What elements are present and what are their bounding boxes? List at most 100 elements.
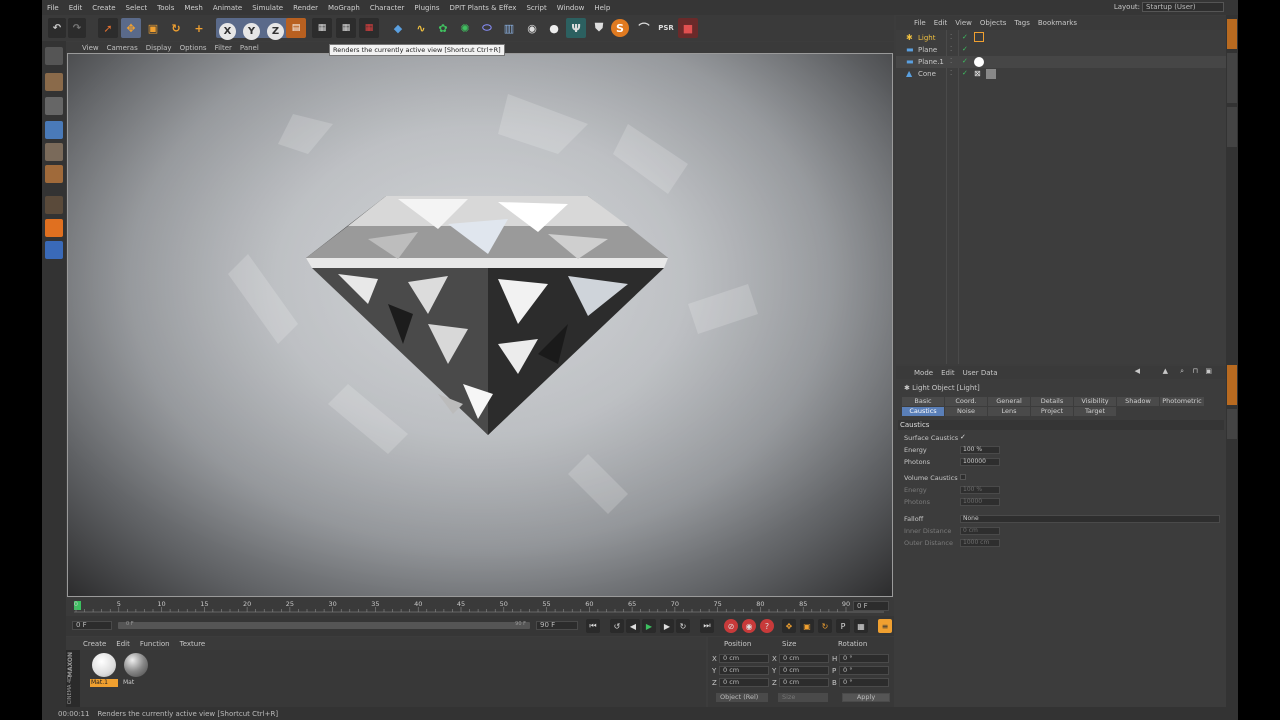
attr-menu-edit[interactable]: Edit <box>937 369 959 377</box>
tab-coord[interactable]: Coord. <box>945 397 987 406</box>
make-editable-button[interactable] <box>45 47 63 65</box>
surface-caustics-checkbox[interactable]: ✓ <box>960 433 966 441</box>
objects-menu-view[interactable]: View <box>951 19 976 27</box>
tab-caustics[interactable]: Caustics <box>902 407 944 416</box>
parameter-key-button[interactable]: P <box>836 619 850 633</box>
snap-button[interactable] <box>45 219 63 237</box>
material-tag-icon[interactable] <box>986 69 996 79</box>
start-frame-field[interactable]: 0 F <box>72 621 112 630</box>
position-key-button[interactable]: ✥ <box>782 619 796 633</box>
viewport-menu-display[interactable]: Display <box>142 44 176 52</box>
object-row-light[interactable]: ✱ Light ⁚ ✓ <box>896 32 1226 44</box>
rot-b-field[interactable]: 0 ° <box>839 678 889 687</box>
tab-noise[interactable]: Noise <box>945 407 987 416</box>
polygons-mode-button[interactable] <box>45 165 63 183</box>
enabled-check-icon[interactable]: ✓ <box>962 45 968 53</box>
play-button[interactable]: ▶ <box>642 619 656 633</box>
material-menu-function[interactable]: Function <box>135 640 175 648</box>
tab-photometric[interactable]: Photometric <box>1160 397 1204 406</box>
tab-lens[interactable]: Lens <box>988 407 1030 416</box>
checker-tag-icon[interactable]: ⊠ <box>974 69 981 78</box>
scale-tool-button[interactable]: ▣ <box>143 18 163 38</box>
plugin-button-5[interactable]: ■ <box>678 18 698 38</box>
pla-key-button[interactable]: ▦ <box>854 619 868 633</box>
material-item[interactable]: Mat.1 <box>90 652 118 688</box>
menu-render[interactable]: Render <box>288 4 323 12</box>
menu-help[interactable]: Help <box>589 4 615 12</box>
size-y-field[interactable]: 0 cm <box>779 666 829 675</box>
menu-dpit[interactable]: DPIT Plants & Effex <box>444 4 521 12</box>
viewport-menu-filter[interactable]: Filter <box>211 44 236 52</box>
falloff-dropdown[interactable]: None <box>960 515 1220 523</box>
texture-mode-button[interactable] <box>45 97 63 115</box>
menu-plugins[interactable]: Plugins <box>409 4 444 12</box>
rotation-key-button[interactable]: ↻ <box>818 619 832 633</box>
menu-simulate[interactable]: Simulate <box>247 4 288 12</box>
coordinate-mode-dropdown[interactable]: Object (Rel) <box>716 693 768 702</box>
tab-target[interactable]: Target <box>1074 407 1116 416</box>
model-mode-button[interactable] <box>45 73 63 91</box>
lock-icon[interactable]: ⊓ <box>1189 367 1202 375</box>
tab-visibility[interactable]: Visibility <box>1074 397 1116 406</box>
volume-photons-field[interactable]: 10000 <box>960 498 1000 506</box>
tab-project[interactable]: Project <box>1031 407 1073 416</box>
enabled-check-icon[interactable]: ✓ <box>962 33 968 41</box>
render-view-button[interactable]: ▦ <box>312 18 332 38</box>
content-browser-side-tab[interactable] <box>1227 53 1237 103</box>
viewport-menu-cameras[interactable]: Cameras <box>103 44 142 52</box>
recent-tool-button[interactable]: + <box>189 18 209 38</box>
light-button[interactable]: ● <box>544 18 564 38</box>
live-select-button[interactable]: ➚ <box>98 18 118 38</box>
render-settings-button[interactable]: ▦ <box>359 18 379 38</box>
timeline-ruler[interactable]: 0 5 10 15 20 25 30 35 40 45 50 55 60 65 70 75 80 85 90 0 F <box>66 598 894 616</box>
pos-z-field[interactable]: 0 cm <box>719 678 769 687</box>
outer-distance-field[interactable]: 1000 cm <box>960 539 1000 547</box>
menu-edit[interactable]: Edit <box>64 4 88 12</box>
apply-button[interactable]: Apply <box>842 693 890 702</box>
object-row-plane[interactable]: ▬ Plane ⁚ ✓ <box>896 44 1226 56</box>
camera-button[interactable]: ◉ <box>522 18 542 38</box>
structure-side-tab[interactable] <box>1227 107 1237 147</box>
z-axis-lock[interactable]: Z <box>267 23 284 40</box>
size-mode-dropdown[interactable]: Size <box>778 693 828 702</box>
pos-x-field[interactable]: 0 cm <box>719 654 769 663</box>
frame-range-slider[interactable]: 0 F 90 F <box>118 621 530 629</box>
tab-basic[interactable]: Basic <box>902 397 944 406</box>
attr-menu-userdata[interactable]: User Data <box>959 369 1002 377</box>
inner-distance-field[interactable]: 0 cm <box>960 527 1000 535</box>
enabled-check-icon[interactable]: ✓ <box>962 69 968 77</box>
back-arrow-icon[interactable]: ◀ <box>1131 367 1144 375</box>
size-z-field[interactable]: 0 cm <box>779 678 829 687</box>
viewport-menu-view[interactable]: View <box>78 44 103 52</box>
energy-field[interactable]: 100 % <box>960 446 1000 454</box>
visibility-dots[interactable]: ⁚ <box>950 33 952 41</box>
material-menu-edit[interactable]: Edit <box>111 640 135 648</box>
scale-key-button[interactable]: ▣ <box>800 619 814 633</box>
menu-script[interactable]: Script <box>521 4 551 12</box>
new-window-icon[interactable]: ▣ <box>1201 367 1216 375</box>
points-mode-button[interactable] <box>45 121 63 139</box>
menu-file[interactable]: File <box>42 4 64 12</box>
edges-mode-button[interactable] <box>45 143 63 161</box>
y-axis-lock[interactable]: Y <box>243 23 260 40</box>
layers-side-tab[interactable] <box>1227 409 1237 439</box>
cube-button[interactable]: ◆ <box>388 18 408 38</box>
enabled-check-icon[interactable]: ✓ <box>962 57 968 65</box>
photons-field[interactable]: 100000 <box>960 458 1000 466</box>
menu-character[interactable]: Character <box>365 4 410 12</box>
loop-forward-button[interactable]: ↻ <box>676 619 690 633</box>
render-picture-viewer-button[interactable]: ▦ <box>336 18 356 38</box>
object-row-cone[interactable]: ▲ Cone ⁚ ✓ ⊠ <box>896 68 1226 80</box>
coordinate-system-button[interactable]: ▤ <box>286 18 306 38</box>
plugin-button-3[interactable]: ⌒ <box>634 18 654 38</box>
menu-tools[interactable]: Tools <box>152 4 179 12</box>
step-forward-button[interactable]: ▶ <box>660 619 674 633</box>
loop-button[interactable]: ↺ <box>610 619 624 633</box>
step-back-button[interactable]: ◀ <box>626 619 640 633</box>
keyframe-selection-button[interactable]: ? <box>760 619 774 633</box>
attributes-side-tab[interactable] <box>1227 365 1237 405</box>
deformer-button[interactable]: ⬭ <box>477 18 497 38</box>
objects-side-tab[interactable] <box>1227 19 1237 49</box>
go-to-end-button[interactable]: ⏭ <box>700 619 714 633</box>
record-keys-button[interactable]: ⊘ <box>724 619 738 633</box>
